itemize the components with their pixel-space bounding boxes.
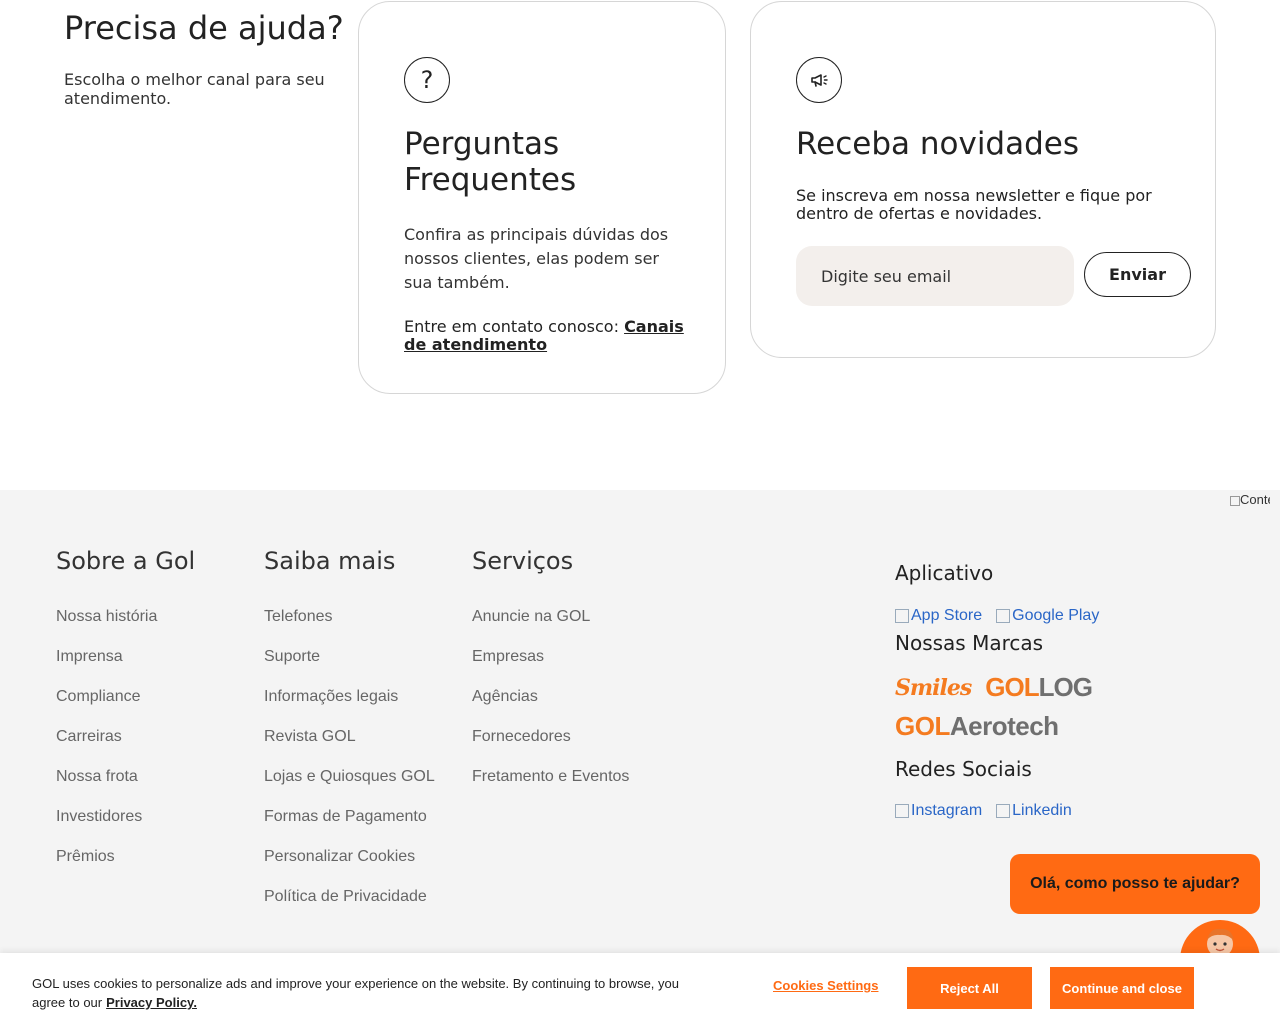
footer-column-title: Sobre a Gol bbox=[56, 547, 196, 575]
faq-contact-prefix: Entre em contato conosco: bbox=[404, 317, 625, 336]
continue-and-close-button[interactable]: Continue and close bbox=[1050, 967, 1194, 1009]
help-title: Precisa de ajuda? bbox=[64, 9, 344, 47]
aerotech-text: Aerotech bbox=[949, 711, 1059, 741]
footer-link[interactable]: Fretamento e Eventos bbox=[472, 766, 629, 806]
footer-link-list: Nossa história Imprensa Compliance Carre… bbox=[56, 606, 195, 886]
faq-title: Perguntas Frequentes bbox=[404, 126, 577, 198]
linkedin-label: Linkedin bbox=[1012, 802, 1072, 819]
footer-link[interactable]: Prêmios bbox=[56, 846, 195, 886]
smiles-logo[interactable]: Smiles bbox=[895, 675, 972, 701]
footer-column-learn-more: Saiba mais Telefones Suporte Informações… bbox=[264, 546, 435, 926]
accessibility-image[interactable]: Conteúdo acessível bbox=[1230, 493, 1270, 525]
footer-column-title: Saiba mais bbox=[264, 547, 396, 575]
broken-image-icon bbox=[996, 609, 1011, 623]
help-intro: Precisa de ajuda? Escolha o melhor canal… bbox=[64, 4, 344, 108]
footer-right: Aplicativo App Store Google Play Nossas … bbox=[895, 560, 1235, 820]
broken-image-icon bbox=[996, 804, 1011, 818]
footer-link[interactable]: Nossa frota bbox=[56, 766, 195, 806]
footer-link[interactable]: Personalizar Cookies bbox=[264, 846, 435, 886]
footer-column-services: Serviços Anuncie na GOL Empresas Agência… bbox=[472, 546, 629, 806]
footer-link[interactable]: Lojas e Quiosques GOL bbox=[264, 766, 435, 806]
megaphone-svg bbox=[811, 74, 828, 87]
footer-link[interactable]: Nossa história bbox=[56, 606, 195, 646]
brands-title: Nossas Marcas bbox=[895, 631, 1044, 655]
footer-link[interactable]: Fornecedores bbox=[472, 726, 629, 766]
aerotech-gol: GOL bbox=[895, 711, 950, 741]
send-button[interactable]: Enviar bbox=[1084, 252, 1191, 297]
gollog-gol: GOL bbox=[985, 672, 1039, 702]
footer-link[interactable]: Suporte bbox=[264, 646, 435, 686]
footer-link[interactable]: Investidores bbox=[56, 806, 195, 846]
question-glyph: ? bbox=[420, 66, 434, 94]
footer-link[interactable]: Empresas bbox=[472, 646, 629, 686]
footer-link[interactable]: Anuncie na GOL bbox=[472, 606, 629, 646]
broken-image-icon bbox=[895, 609, 909, 623]
email-input[interactable] bbox=[796, 246, 1074, 306]
footer-link[interactable]: Revista GOL bbox=[264, 726, 435, 766]
footer-column-title: Serviços bbox=[472, 547, 574, 575]
app-store-link[interactable]: App Store bbox=[895, 606, 982, 626]
brands-row: Smiles GOLLOG bbox=[895, 672, 1235, 703]
google-play-link[interactable]: Google Play bbox=[996, 606, 1099, 626]
faq-description: Confira as principais dúvidas dos nossos… bbox=[404, 225, 669, 292]
social-links: Instagram Linkedin bbox=[895, 802, 1235, 820]
footer-link-list: Anuncie na GOL Empresas Agências Fornece… bbox=[472, 606, 629, 806]
footer-column-about: Sobre a Gol Nossa história Imprensa Comp… bbox=[56, 546, 195, 886]
footer-link[interactable]: Formas de Pagamento bbox=[264, 806, 435, 846]
newsletter-card: Receba novidades Se inscreva em nossa ne… bbox=[750, 1, 1216, 358]
footer-link[interactable]: Informações legais bbox=[264, 686, 435, 726]
footer-link[interactable]: Agências bbox=[472, 686, 629, 726]
newsletter-description: Se inscreva em nossa newsletter e fique … bbox=[796, 186, 1152, 223]
linkedin-link[interactable]: Linkedin bbox=[996, 802, 1072, 820]
footer-link[interactable]: Carreiras bbox=[56, 726, 195, 766]
footer-link-list: Telefones Suporte Informações legais Rev… bbox=[264, 606, 435, 926]
newsletter-title: Receba novidades bbox=[796, 126, 1080, 162]
gollog-log: LOG bbox=[1038, 672, 1093, 702]
cookies-settings-button[interactable]: Cookies Settings bbox=[773, 978, 878, 993]
social-title: Redes Sociais bbox=[895, 757, 1032, 781]
chat-bubble[interactable]: Olá, como posso te ajudar? bbox=[1010, 854, 1260, 914]
faq-contact: Entre em contato conosco: Canais de aten… bbox=[404, 318, 684, 354]
footer-link[interactable]: Imprensa bbox=[56, 646, 195, 686]
accessibility-alt-text: Conteúdo acessível bbox=[1240, 493, 1270, 507]
broken-image-icon bbox=[895, 804, 909, 818]
footer-link[interactable]: Política de Privacidade bbox=[264, 886, 435, 926]
google-play-label: Google Play bbox=[1012, 607, 1100, 624]
megaphone-icon bbox=[796, 57, 842, 103]
gollog-logo[interactable]: GOLLOG bbox=[985, 672, 1093, 703]
cookie-text: GOL uses cookies to personalize ads and … bbox=[32, 974, 692, 1012]
app-title: Aplicativo bbox=[895, 561, 994, 585]
footer-link[interactable]: Telefones bbox=[264, 606, 435, 646]
golaerotech-logo[interactable]: GOLAerotech bbox=[895, 711, 1235, 742]
page: Precisa de ajuda? Escolha o melhor canal… bbox=[0, 0, 1280, 1024]
help-subtitle: Escolha o melhor canal para seu atendime… bbox=[64, 70, 325, 108]
question-icon: ? bbox=[404, 57, 450, 103]
footer: Conteúdo acessível Sobre a Gol Nossa his… bbox=[0, 490, 1280, 1024]
app-store-label: App Store bbox=[911, 607, 983, 624]
footer-link[interactable]: Compliance bbox=[56, 686, 195, 726]
privacy-policy-link[interactable]: Privacy Policy. bbox=[106, 995, 197, 1010]
cookie-banner: GOL uses cookies to personalize ads and … bbox=[0, 953, 1280, 1024]
instagram-label: Instagram bbox=[911, 802, 983, 819]
broken-image-icon bbox=[1230, 495, 1240, 506]
reject-all-button[interactable]: Reject All bbox=[907, 967, 1032, 1009]
faq-card: ? Perguntas Frequentes Confira as princi… bbox=[358, 1, 726, 394]
app-stores: App Store Google Play bbox=[895, 606, 1235, 626]
instagram-link[interactable]: Instagram bbox=[895, 802, 982, 820]
